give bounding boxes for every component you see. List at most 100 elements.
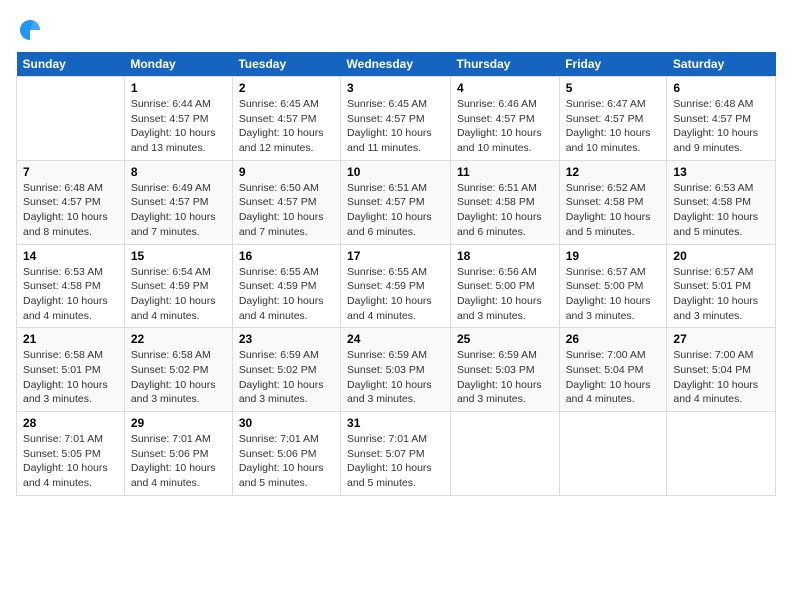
calendar-cell: 18 Sunrise: 6:56 AMSunset: 5:00 PMDayligh…	[450, 244, 559, 328]
calendar-cell	[559, 412, 667, 496]
cell-info: Sunrise: 7:01 AMSunset: 5:05 PMDaylight:…	[23, 433, 108, 489]
day-number: 2	[239, 81, 334, 95]
day-number: 25	[457, 332, 553, 346]
calendar-cell: 19 Sunrise: 6:57 AMSunset: 5:00 PMDayligh…	[559, 244, 667, 328]
cell-info: Sunrise: 6:45 AMSunset: 4:57 PMDaylight:…	[239, 98, 324, 154]
weekday-header-saturday: Saturday	[667, 52, 776, 77]
calendar-cell: 10 Sunrise: 6:51 AMSunset: 4:57 PMDayligh…	[341, 160, 451, 244]
cell-info: Sunrise: 6:58 AMSunset: 5:01 PMDaylight:…	[23, 349, 108, 405]
cell-info: Sunrise: 6:54 AMSunset: 4:59 PMDaylight:…	[131, 266, 216, 322]
calendar-cell: 6 Sunrise: 6:48 AMSunset: 4:57 PMDaylight…	[667, 77, 776, 161]
calendar-cell: 20 Sunrise: 6:57 AMSunset: 5:01 PMDayligh…	[667, 244, 776, 328]
day-number: 10	[347, 165, 444, 179]
logo	[16, 16, 46, 44]
day-number: 21	[23, 332, 118, 346]
header	[16, 16, 776, 44]
day-number: 29	[131, 416, 226, 430]
calendar-cell: 29 Sunrise: 7:01 AMSunset: 5:06 PMDayligh…	[124, 412, 232, 496]
day-number: 31	[347, 416, 444, 430]
cell-info: Sunrise: 7:01 AMSunset: 5:06 PMDaylight:…	[131, 433, 216, 489]
cell-info: Sunrise: 6:55 AMSunset: 4:59 PMDaylight:…	[239, 266, 324, 322]
cell-info: Sunrise: 6:58 AMSunset: 5:02 PMDaylight:…	[131, 349, 216, 405]
calendar-cell: 11Sunrise: 6:51 AMSunset: 4:58 PMDayligh…	[450, 160, 559, 244]
day-number: 9	[239, 165, 334, 179]
week-row-3: 14 Sunrise: 6:53 AMSunset: 4:58 PMDayligh…	[17, 244, 776, 328]
cell-info: Sunrise: 6:59 AMSunset: 5:02 PMDaylight:…	[239, 349, 324, 405]
day-number: 8	[131, 165, 226, 179]
cell-info: Sunrise: 6:45 AMSunset: 4:57 PMDaylight:…	[347, 98, 432, 154]
day-number: 12	[566, 165, 661, 179]
calendar-cell: 24 Sunrise: 6:59 AMSunset: 5:03 PMDayligh…	[341, 328, 451, 412]
calendar-cell: 30Sunrise: 7:01 AMSunset: 5:06 PMDayligh…	[232, 412, 340, 496]
day-number: 17	[347, 249, 444, 263]
day-number: 6	[673, 81, 769, 95]
cell-info: Sunrise: 6:52 AMSunset: 4:58 PMDaylight:…	[566, 182, 651, 238]
day-number: 7	[23, 165, 118, 179]
calendar-cell: 16 Sunrise: 6:55 AMSunset: 4:59 PMDayligh…	[232, 244, 340, 328]
calendar-cell: 1 Sunrise: 6:44 AMSunset: 4:57 PMDaylight…	[124, 77, 232, 161]
logo-icon	[16, 16, 44, 44]
weekday-header-thursday: Thursday	[450, 52, 559, 77]
weekday-header-row: SundayMondayTuesdayWednesdayThursdayFrid…	[17, 52, 776, 77]
cell-info: Sunrise: 7:00 AMSunset: 5:04 PMDaylight:…	[673, 349, 758, 405]
cell-info: Sunrise: 6:55 AMSunset: 4:59 PMDaylight:…	[347, 266, 432, 322]
cell-info: Sunrise: 6:49 AMSunset: 4:57 PMDaylight:…	[131, 182, 216, 238]
calendar-cell: 3 Sunrise: 6:45 AMSunset: 4:57 PMDaylight…	[341, 77, 451, 161]
weekday-header-sunday: Sunday	[17, 52, 125, 77]
day-number: 19	[566, 249, 661, 263]
day-number: 5	[566, 81, 661, 95]
calendar-cell: 21 Sunrise: 6:58 AMSunset: 5:01 PMDayligh…	[17, 328, 125, 412]
calendar-cell: 9Sunrise: 6:50 AMSunset: 4:57 PMDaylight…	[232, 160, 340, 244]
cell-info: Sunrise: 6:48 AMSunset: 4:57 PMDaylight:…	[23, 182, 108, 238]
day-number: 27	[673, 332, 769, 346]
weekday-header-tuesday: Tuesday	[232, 52, 340, 77]
day-number: 4	[457, 81, 553, 95]
day-number: 22	[131, 332, 226, 346]
day-number: 16	[239, 249, 334, 263]
day-number: 18	[457, 249, 553, 263]
cell-info: Sunrise: 6:53 AMSunset: 4:58 PMDaylight:…	[673, 182, 758, 238]
cell-info: Sunrise: 6:46 AMSunset: 4:57 PMDaylight:…	[457, 98, 542, 154]
calendar-cell: 12 Sunrise: 6:52 AMSunset: 4:58 PMDayligh…	[559, 160, 667, 244]
page-container: SundayMondayTuesdayWednesdayThursdayFrid…	[0, 0, 792, 504]
calendar-cell: 31 Sunrise: 7:01 AMSunset: 5:07 PMDayligh…	[341, 412, 451, 496]
weekday-header-friday: Friday	[559, 52, 667, 77]
day-number: 20	[673, 249, 769, 263]
calendar-cell: 27 Sunrise: 7:00 AMSunset: 5:04 PMDayligh…	[667, 328, 776, 412]
cell-info: Sunrise: 7:00 AMSunset: 5:04 PMDaylight:…	[566, 349, 651, 405]
calendar-cell: 14 Sunrise: 6:53 AMSunset: 4:58 PMDayligh…	[17, 244, 125, 328]
calendar-cell: 26 Sunrise: 7:00 AMSunset: 5:04 PMDayligh…	[559, 328, 667, 412]
week-row-2: 7 Sunrise: 6:48 AMSunset: 4:57 PMDaylight…	[17, 160, 776, 244]
day-number: 30	[239, 416, 334, 430]
calendar-cell: 25 Sunrise: 6:59 AMSunset: 5:03 PMDayligh…	[450, 328, 559, 412]
calendar-cell: 2 Sunrise: 6:45 AMSunset: 4:57 PMDaylight…	[232, 77, 340, 161]
weekday-header-wednesday: Wednesday	[341, 52, 451, 77]
cell-info: Sunrise: 6:59 AMSunset: 5:03 PMDaylight:…	[347, 349, 432, 405]
day-number: 14	[23, 249, 118, 263]
cell-info: Sunrise: 6:56 AMSunset: 5:00 PMDaylight:…	[457, 266, 542, 322]
week-row-1: 1 Sunrise: 6:44 AMSunset: 4:57 PMDaylight…	[17, 77, 776, 161]
cell-info: Sunrise: 6:51 AMSunset: 4:57 PMDaylight:…	[347, 182, 432, 238]
calendar-cell: 5Sunrise: 6:47 AMSunset: 4:57 PMDaylight…	[559, 77, 667, 161]
weekday-header-monday: Monday	[124, 52, 232, 77]
calendar-table: SundayMondayTuesdayWednesdayThursdayFrid…	[16, 52, 776, 496]
cell-info: Sunrise: 6:57 AMSunset: 5:00 PMDaylight:…	[566, 266, 651, 322]
calendar-cell: 7 Sunrise: 6:48 AMSunset: 4:57 PMDaylight…	[17, 160, 125, 244]
day-number: 15	[131, 249, 226, 263]
day-number: 3	[347, 81, 444, 95]
day-number: 26	[566, 332, 661, 346]
cell-info: Sunrise: 6:51 AMSunset: 4:58 PMDaylight:…	[457, 182, 542, 238]
day-number: 28	[23, 416, 118, 430]
cell-info: Sunrise: 7:01 AMSunset: 5:07 PMDaylight:…	[347, 433, 432, 489]
calendar-cell: 15 Sunrise: 6:54 AMSunset: 4:59 PMDayligh…	[124, 244, 232, 328]
calendar-cell: 4 Sunrise: 6:46 AMSunset: 4:57 PMDaylight…	[450, 77, 559, 161]
cell-info: Sunrise: 6:48 AMSunset: 4:57 PMDaylight:…	[673, 98, 758, 154]
day-number: 24	[347, 332, 444, 346]
cell-info: Sunrise: 6:44 AMSunset: 4:57 PMDaylight:…	[131, 98, 216, 154]
cell-info: Sunrise: 6:57 AMSunset: 5:01 PMDaylight:…	[673, 266, 758, 322]
calendar-cell: 13Sunrise: 6:53 AMSunset: 4:58 PMDayligh…	[667, 160, 776, 244]
cell-info: Sunrise: 6:59 AMSunset: 5:03 PMDaylight:…	[457, 349, 542, 405]
calendar-cell: 28 Sunrise: 7:01 AMSunset: 5:05 PMDayligh…	[17, 412, 125, 496]
cell-info: Sunrise: 6:53 AMSunset: 4:58 PMDaylight:…	[23, 266, 108, 322]
day-number: 1	[131, 81, 226, 95]
